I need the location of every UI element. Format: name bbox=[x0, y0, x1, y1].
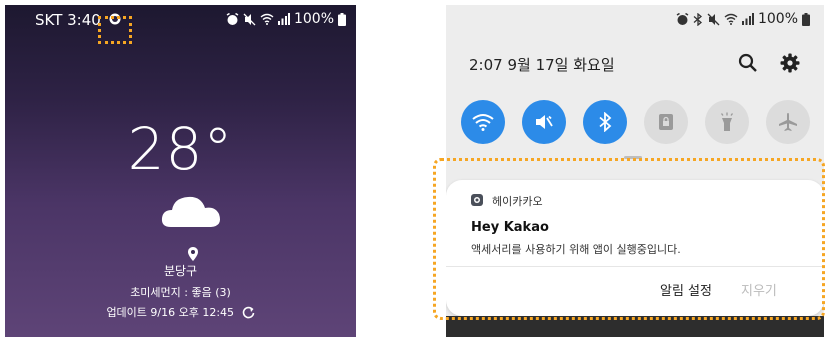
location-label: 분당구 bbox=[163, 264, 198, 278]
battery-percent: 100% bbox=[757, 11, 798, 27]
status-bar: SKT 3:40 100% bbox=[5, 5, 356, 33]
location-pin-icon bbox=[188, 247, 198, 261]
quick-settings-row bbox=[461, 100, 811, 144]
mute-icon bbox=[707, 13, 720, 25]
wifi-icon bbox=[724, 13, 738, 25]
carrier-time: SKT 3:40 bbox=[35, 11, 101, 29]
fine-dust-label: 초미세먼지 : 좋음 (3) bbox=[130, 286, 231, 299]
gear-icon[interactable] bbox=[780, 53, 800, 73]
status-bar: 100% bbox=[676, 11, 810, 27]
notification-highlight bbox=[433, 158, 825, 320]
sound-toggle[interactable] bbox=[522, 100, 566, 144]
flashlight-toggle[interactable] bbox=[705, 100, 749, 144]
cloud-icon bbox=[161, 196, 220, 227]
recording-indicator-highlight bbox=[98, 16, 132, 44]
mute-icon bbox=[536, 115, 553, 129]
bluetooth-icon bbox=[693, 12, 702, 26]
alarm-icon bbox=[226, 12, 239, 25]
wifi-icon bbox=[472, 114, 494, 131]
update-time-label: 업데이트 9/16 오후 12:45 bbox=[106, 306, 235, 319]
flashlight-icon bbox=[720, 112, 734, 131]
bluetooth-toggle[interactable] bbox=[583, 100, 627, 144]
lock-rotation-toggle[interactable] bbox=[644, 100, 688, 144]
battery-icon bbox=[338, 12, 346, 26]
wifi-icon bbox=[260, 13, 274, 25]
date-time: 2:07 9월 17일 화요일 bbox=[469, 56, 615, 74]
airplane-icon bbox=[779, 113, 797, 131]
lock-rotation-icon bbox=[659, 114, 673, 130]
update-row[interactable]: 업데이트 9/16 오후 12:45 bbox=[5, 304, 356, 320]
signal-icon bbox=[741, 13, 754, 25]
wifi-toggle[interactable] bbox=[461, 100, 505, 144]
refresh-icon[interactable] bbox=[242, 306, 255, 319]
search-icon[interactable] bbox=[738, 53, 758, 73]
status-icons: 100% bbox=[226, 11, 346, 27]
temperature: 28° bbox=[127, 115, 234, 183]
airplane-toggle[interactable] bbox=[766, 100, 810, 144]
bluetooth-icon bbox=[599, 112, 612, 132]
left-phone-screen: SKT 3:40 100% 28° 분당구 초미세먼지: 좋음 (3) 업데이… bbox=[5, 5, 356, 337]
battery-icon bbox=[802, 12, 810, 26]
mute-icon bbox=[243, 13, 256, 25]
battery-percent: 100% bbox=[293, 11, 334, 27]
signal-icon bbox=[277, 13, 290, 25]
alarm-icon bbox=[676, 12, 689, 25]
